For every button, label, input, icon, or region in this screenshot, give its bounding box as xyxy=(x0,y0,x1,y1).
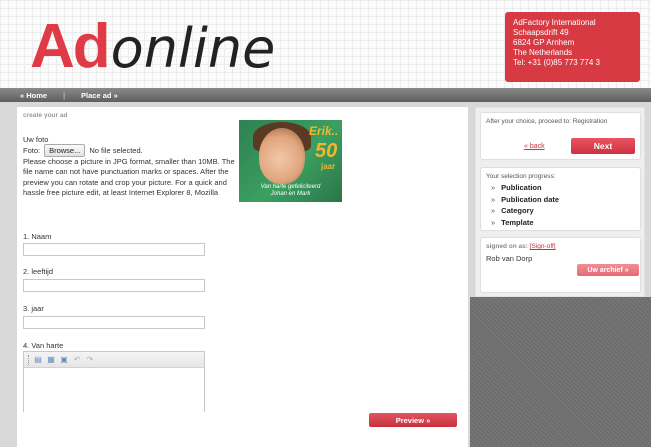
back-link[interactable]: « back xyxy=(524,143,545,150)
archive-button[interactable]: Uw archief » xyxy=(577,264,639,276)
preview-button[interactable]: Preview » xyxy=(369,413,457,427)
toolbar-grip xyxy=(28,354,30,365)
address-line: Schaapsdrift 49 xyxy=(513,28,569,37)
preview-caption: Van harte gefeliciteerd Johan en Mark xyxy=(239,184,342,198)
progress-item: » Template xyxy=(491,217,559,229)
paste-word-icon[interactable]: ▣ xyxy=(59,355,69,365)
section-title: create your ad xyxy=(23,112,68,119)
van-harte-textarea[interactable] xyxy=(24,368,204,412)
progress-item: » Category xyxy=(491,205,559,217)
account-box: signed on as: [Sign-off] Rob van Dorp Uw… xyxy=(480,237,641,293)
foto-label: Foto: xyxy=(23,146,41,155)
signed-label: signed on as: xyxy=(486,243,528,250)
paste-text-icon[interactable]: ▦ xyxy=(46,355,56,365)
browse-button[interactable]: Browse... xyxy=(44,144,86,157)
jaar-input[interactable] xyxy=(23,316,205,329)
field-label-leeftijd: 2. leeftijd xyxy=(23,267,54,276)
progress-title: Your selection progress: xyxy=(486,173,556,180)
progress-item: » Publication date xyxy=(491,194,559,206)
preview-caption-line: Van harte gefeliciteerd xyxy=(260,184,321,190)
naam-input[interactable] xyxy=(23,243,205,256)
sidebar: After your choice, proceed to: Registrat… xyxy=(475,107,645,297)
progress-list: » Publication » Publication date » Category… xyxy=(491,182,559,228)
address-line: Tel: +31 (0)85 773 774 3 xyxy=(513,58,600,67)
progress-item-label: Publication date xyxy=(501,194,560,204)
signed-on-row: signed on as: [Sign-off] xyxy=(486,243,556,250)
address-line: 6824 GP Arnhem xyxy=(513,38,575,47)
progress-item-label: Category xyxy=(501,206,534,215)
logo-online-text: online xyxy=(110,17,276,80)
foto-title: Uw foto xyxy=(23,135,49,144)
preview-name: Erik.. xyxy=(309,124,339,138)
header: Ad online AdFactory International Schaap… xyxy=(0,0,651,88)
preview-caption-line: Johan en Mark xyxy=(270,191,311,197)
preview-unit: jaar xyxy=(321,162,336,171)
nav-home-link[interactable]: « Home xyxy=(20,91,47,100)
progress-item-label: Publication xyxy=(501,183,542,192)
logo-ad-text: Ad xyxy=(30,12,111,81)
ad-preview-image: Erik.. 50 jaar Van harte gefeliciteerd J… xyxy=(239,120,342,202)
nav-place-ad-link[interactable]: Place ad » xyxy=(81,91,118,100)
company-address-box: AdFactory International Schaapsdrift 49 … xyxy=(505,12,640,82)
preview-number: 50 xyxy=(315,140,338,162)
bullet-icon: » xyxy=(491,206,496,215)
rich-text-editor: ▤ ▦ ▣ ↶ ↷ xyxy=(23,351,205,412)
progress-item: » Publication xyxy=(491,182,559,194)
address-line: The Netherlands xyxy=(513,48,573,57)
field-label-van-harte: 4. Van harte xyxy=(23,341,64,350)
progress-item-label: Template xyxy=(501,217,534,227)
undo-icon[interactable]: ↶ xyxy=(72,355,82,365)
bullet-icon: » xyxy=(491,194,496,204)
bullet-icon: » xyxy=(491,217,496,227)
user-name: Rob van Dorp xyxy=(486,254,533,263)
main-content-panel: create your ad Uw foto Foto: Browse... N… xyxy=(17,107,468,447)
choice-note: After your choice, proceed to: Registrat… xyxy=(486,118,608,125)
paste-icon[interactable]: ▤ xyxy=(33,355,43,365)
next-button[interactable]: Next xyxy=(571,138,635,154)
nav-bar: « Home | Place ad » xyxy=(0,88,651,102)
field-label-naam: 1. Naam xyxy=(23,232,52,241)
navigation-box: After your choice, proceed to: Registrat… xyxy=(480,112,641,160)
progress-box: Your selection progress: » Publication » P… xyxy=(480,167,641,231)
file-upload-row: Foto: Browse... No file selected. xyxy=(23,144,143,157)
redo-icon[interactable]: ↷ xyxy=(85,355,95,365)
file-status: No file selected. xyxy=(89,146,143,155)
field-label-jaar: 3. jaar xyxy=(23,304,44,313)
decorative-background xyxy=(470,297,651,447)
foto-help-text: Please choose a picture in JPG format, s… xyxy=(23,157,235,197)
nav-separator: | xyxy=(63,90,66,100)
bullet-icon: » xyxy=(491,183,496,192)
photo-face xyxy=(259,128,305,184)
editor-toolbar: ▤ ▦ ▣ ↶ ↷ xyxy=(24,352,204,368)
signoff-link[interactable]: [Sign-off] xyxy=(530,243,556,250)
address-line: AdFactory International xyxy=(513,18,596,27)
logo[interactable]: Ad online xyxy=(30,12,275,82)
leeftijd-input[interactable] xyxy=(23,279,205,292)
